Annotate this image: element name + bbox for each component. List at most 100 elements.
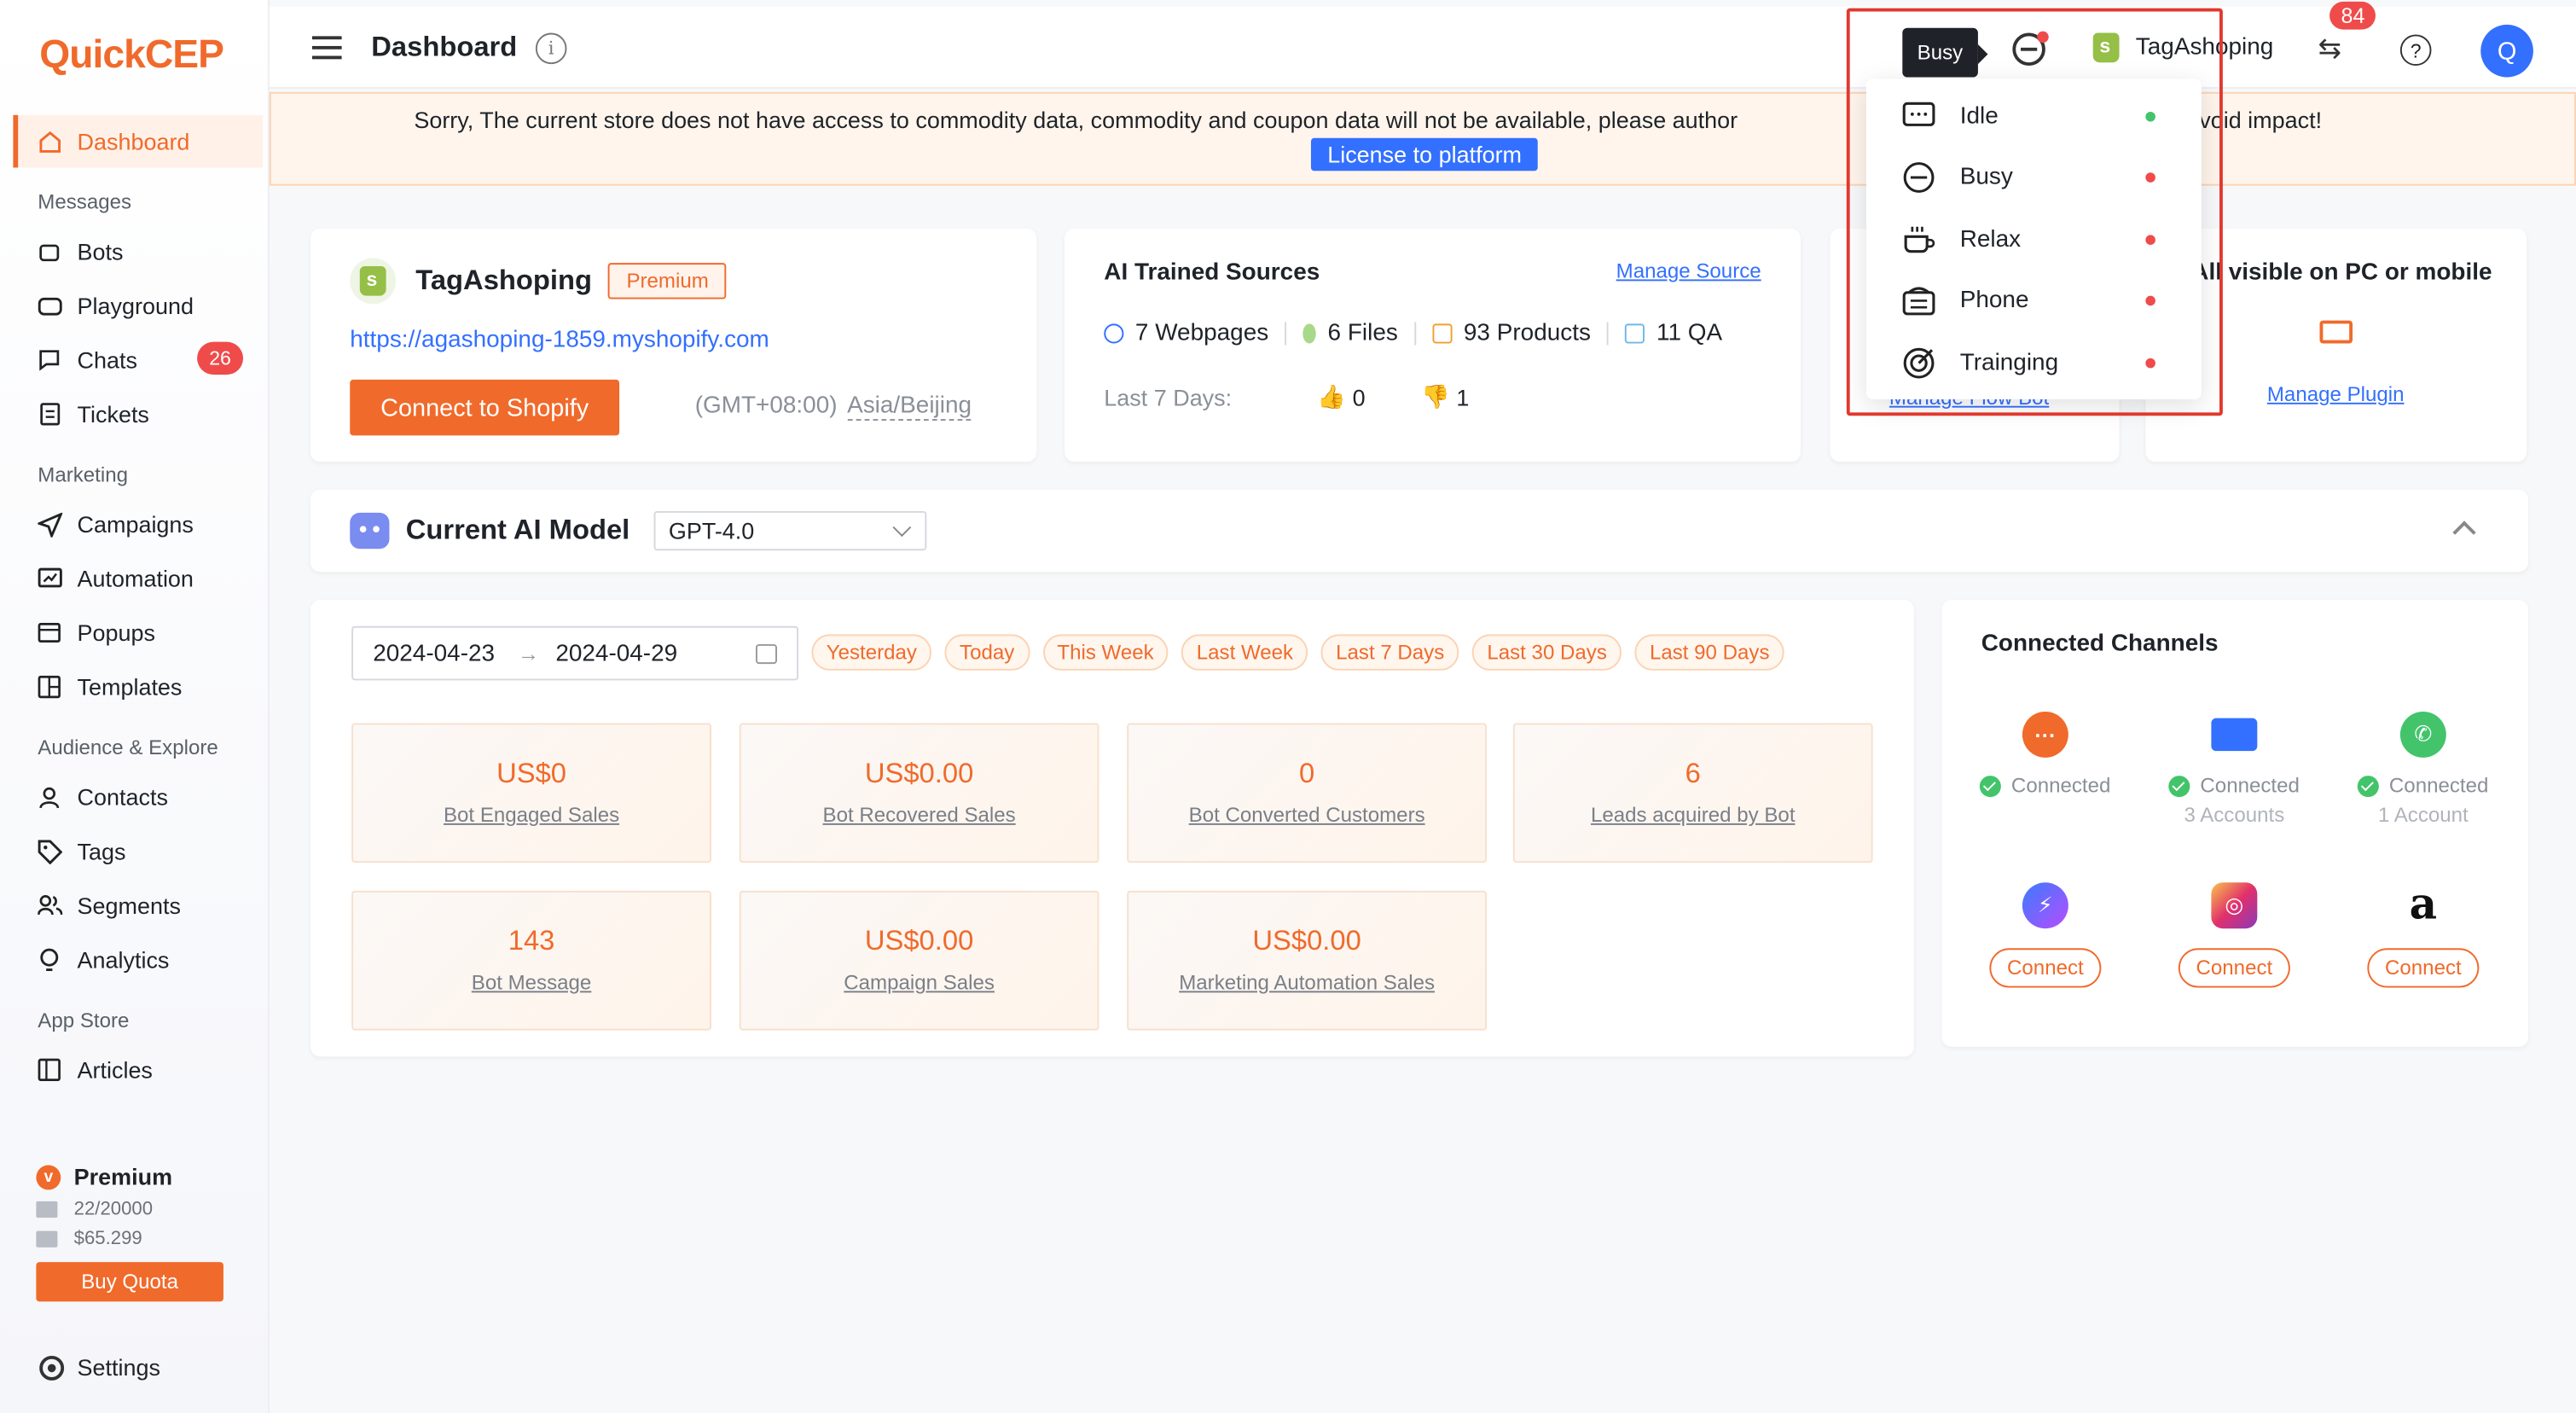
- sidebar-item-templates[interactable]: Templates: [13, 660, 263, 713]
- channel-status-label: Connected: [2388, 774, 2489, 798]
- menu-collapse-icon[interactable]: [311, 36, 342, 60]
- timezone-offset: (GMT+08:00): [694, 392, 838, 420]
- channel-whatsapp[interactable]: ✆ Connected 1 Account: [2333, 711, 2514, 827]
- plugin-card: All visible on PC or mobile Manage Plugi…: [2145, 228, 2527, 462]
- timezone-city[interactable]: Asia/Beijing: [847, 392, 972, 422]
- sidebar-item-tickets[interactable]: Tickets: [13, 388, 263, 441]
- manage-plugin-link[interactable]: Manage Plugin: [2267, 383, 2405, 406]
- channel-accounts: 3 Accounts: [2184, 803, 2285, 827]
- connect-shopify-button[interactable]: Connect to Shopify: [350, 379, 620, 436]
- sidebar-item-articles[interactable]: Articles: [13, 1044, 263, 1096]
- status-option-label: Idle: [1959, 102, 1999, 130]
- sidebar-item-dashboard[interactable]: Dashboard: [13, 114, 264, 168]
- book-icon: [36, 1056, 62, 1083]
- agent-status-menu: Idle Busy Relax Phone Trainging: [1865, 78, 2202, 400]
- date-to[interactable]: 2024-04-29: [555, 640, 677, 666]
- status-color-dot: [2145, 172, 2155, 183]
- sidebar-item-chats[interactable]: Chats 26: [13, 334, 263, 387]
- sidebar-item-contacts[interactable]: Contacts: [13, 770, 263, 823]
- metric-label[interactable]: Campaign Sales: [741, 971, 1098, 994]
- status-option-label: Trainging: [1959, 349, 2059, 376]
- mail-icon: [36, 1201, 58, 1218]
- sidebar-item-label: Analytics: [77, 946, 170, 974]
- sidebar-item-campaigns[interactable]: Campaigns: [13, 498, 263, 551]
- chevron-down-icon: [892, 518, 912, 538]
- store-url-link[interactable]: https://agashoping-1859.myshopify.com: [350, 327, 769, 353]
- files-count: 6: [1327, 320, 1342, 347]
- preset-last-30-days[interactable]: Last 30 Days: [1472, 634, 1622, 671]
- status-option-idle[interactable]: Idle: [1866, 85, 2202, 146]
- email-icon: [2211, 718, 2258, 752]
- status-option-relax[interactable]: Relax: [1866, 209, 2202, 270]
- preset-last-90-days[interactable]: Last 90 Days: [1634, 634, 1784, 671]
- users-icon: [36, 893, 62, 919]
- avatar[interactable]: Q: [2480, 24, 2533, 78]
- status-option-phone[interactable]: Phone: [1866, 270, 2202, 330]
- metric-tile: 6 Leads acquired by Bot: [1512, 723, 1873, 864]
- plugin-title: All visible on PC or mobile: [2191, 259, 2492, 287]
- channel-livechat[interactable]: ··· Connected: [1955, 711, 2136, 797]
- sidebar-item-label: Contacts: [77, 783, 168, 811]
- status-option-busy[interactable]: Busy: [1866, 146, 2202, 206]
- sidebar-item-popups[interactable]: Popups: [13, 607, 263, 660]
- buy-quota-button[interactable]: Buy Quota: [36, 1262, 223, 1302]
- info-icon[interactable]: i: [535, 32, 567, 65]
- sidebar-item-segments[interactable]: Segments: [13, 879, 263, 932]
- preset-yesterday[interactable]: Yesterday: [811, 634, 932, 671]
- license-to-platform-button[interactable]: License to platform: [1310, 137, 1539, 172]
- preset-last-7-days[interactable]: Last 7 Days: [1320, 634, 1459, 671]
- metric-label[interactable]: Bot Recovered Sales: [741, 804, 1098, 827]
- balance-value: $65.299: [73, 1229, 142, 1249]
- status-option-training[interactable]: Trainging: [1866, 332, 2202, 392]
- preset-this-week[interactable]: This Week: [1042, 634, 1169, 671]
- plan-tag: Premium: [608, 263, 727, 299]
- plan-title: v Premium: [36, 1164, 249, 1189]
- channel-status: Connected: [1955, 774, 2136, 797]
- section-app-store: App Store: [38, 1009, 130, 1032]
- switch-arrows-icon[interactable]: ⇆: [2318, 33, 2341, 67]
- sidebar-item-bots[interactable]: Bots: [13, 225, 263, 278]
- date-from[interactable]: 2024-04-23: [373, 640, 495, 666]
- connect-amazon-button[interactable]: Connect: [2367, 948, 2480, 988]
- store-switcher[interactable]: TagAshoping: [2092, 32, 2273, 63]
- products-count: 93: [1463, 320, 1490, 347]
- metric-value: 0: [1299, 757, 1315, 789]
- metric-label[interactable]: Marketing Automation Sales: [1128, 971, 1485, 994]
- channel-email[interactable]: Connected 3 Accounts: [2144, 712, 2324, 827]
- agent-status-button[interactable]: [2012, 31, 2049, 67]
- robot-icon: [350, 512, 390, 550]
- bag-icon: [1432, 323, 1453, 344]
- notification-badge[interactable]: 84: [2329, 1, 2376, 30]
- metric-label[interactable]: Leads acquired by Bot: [1515, 804, 1871, 827]
- popup-icon: [36, 619, 62, 646]
- channel-status-label: Connected: [2200, 774, 2300, 798]
- date-range-picker[interactable]: 2024-04-23 → 2024-04-29: [351, 625, 799, 681]
- sidebar-item-label: Articles: [77, 1056, 153, 1084]
- sidebar-item-settings[interactable]: Settings: [39, 1354, 160, 1381]
- chevron-up-icon[interactable]: [2452, 520, 2476, 544]
- sidebar-item-label: Popups: [77, 619, 155, 646]
- preset-last-week[interactable]: Last Week: [1181, 634, 1308, 671]
- connect-instagram-button[interactable]: Connect: [2178, 948, 2290, 988]
- metric-label[interactable]: Bot Engaged Sales: [353, 804, 710, 827]
- sidebar-item-analytics[interactable]: Analytics: [13, 933, 263, 986]
- minus-circle-icon: [1902, 160, 1935, 194]
- thumbs-up-count: 0: [1352, 383, 1366, 410]
- automation-icon: [36, 566, 62, 592]
- connect-messenger-button[interactable]: Connect: [1989, 948, 2102, 988]
- thumbs-down-count: 1: [1456, 383, 1470, 410]
- sidebar-item-tags[interactable]: Tags: [13, 825, 263, 878]
- metric-label[interactable]: Bot Converted Customers: [1128, 804, 1485, 827]
- app-logo[interactable]: QuickCEP: [39, 33, 224, 79]
- preset-today[interactable]: Today: [944, 634, 1030, 671]
- sidebar-item-playground[interactable]: Playground: [13, 279, 263, 332]
- message-quota: 22/20000: [36, 1200, 249, 1219]
- lightbulb-icon: [36, 946, 62, 973]
- ticket-icon: [36, 401, 62, 427]
- ai-model-select[interactable]: GPT-4.0: [653, 510, 927, 551]
- ai-sources-title: AI Trained Sources: [1104, 259, 1320, 287]
- help-icon[interactable]: ?: [2399, 34, 2432, 67]
- sidebar-item-automation[interactable]: Automation: [13, 552, 263, 605]
- metric-label[interactable]: Bot Message: [353, 971, 710, 994]
- manage-source-link[interactable]: Manage Source: [1616, 259, 1761, 282]
